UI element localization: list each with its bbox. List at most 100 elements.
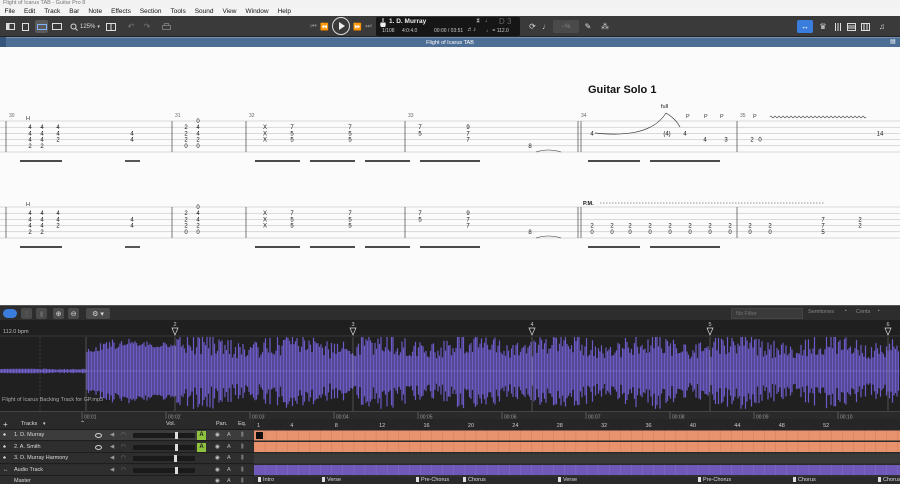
pan-knob[interactable]: ◉ bbox=[215, 453, 220, 464]
pan-knob[interactable]: ◉ bbox=[215, 476, 220, 484]
volume-slider[interactable] bbox=[133, 456, 195, 461]
mute-icon[interactable]: ◀ bbox=[110, 430, 114, 441]
zoom-in-button[interactable]: ⊕ bbox=[53, 308, 64, 319]
track-row[interactable]: ♠ 1. D. Murray ◀ ◠ A ◉ A ⫼ bbox=[0, 430, 254, 441]
equalizer-icon[interactable]: ⫼ bbox=[241, 476, 244, 484]
section-marker[interactable]: Pre-Chorus bbox=[416, 477, 449, 484]
volume-slider-knob[interactable] bbox=[174, 455, 177, 462]
sidebar-toggle-button[interactable]: ↔ bbox=[797, 20, 813, 33]
metronome-button[interactable]: ♩ bbox=[541, 20, 551, 33]
menu-sound[interactable]: Sound bbox=[190, 7, 218, 16]
automation-badge[interactable]: A bbox=[197, 431, 206, 440]
section-marker[interactable]: Verse bbox=[558, 477, 577, 484]
equalizer-icon[interactable]: ⫼ bbox=[241, 453, 244, 464]
menu-bar-menu[interactable]: Bar bbox=[65, 7, 84, 16]
cents-knob[interactable]: ◔ bbox=[876, 308, 880, 315]
track-bar-ruler[interactable]: 1 4 8 12 16 20 24 28 32 36 40 44 48 52 bbox=[254, 419, 900, 430]
toggle-panel-button[interactable] bbox=[4, 20, 16, 33]
filter-input[interactable] bbox=[731, 308, 803, 319]
automation-icon[interactable]: A bbox=[227, 476, 231, 484]
headphones-icon[interactable]: ◠ bbox=[121, 430, 126, 441]
menu-note[interactable]: Note bbox=[84, 7, 107, 16]
time-ruler[interactable]: 00:01 00:02 00:03 00:04 00:05 00:06 00:07 00:08… bbox=[0, 411, 900, 419]
audio-file-button[interactable]: ▯ bbox=[21, 308, 32, 319]
keyboard-button[interactable] bbox=[860, 20, 871, 33]
headphones-icon[interactable]: ◠ bbox=[121, 442, 126, 453]
track-row[interactable]: ♠ 2. A. Smith ◀ ◠ A ◉ A ⫼ bbox=[0, 442, 254, 453]
visibility-eye-icon[interactable] bbox=[95, 433, 102, 438]
score-view[interactable]: 30 31 32 33 34 35 Guitar Solo 1 H H P.M. full P P P P 4… bbox=[0, 47, 900, 305]
equalizer-icon[interactable]: ⫼ bbox=[241, 465, 244, 476]
volume-slider[interactable] bbox=[133, 468, 195, 473]
pencil-button[interactable]: ✎ bbox=[582, 20, 594, 33]
menu-window[interactable]: Window bbox=[241, 7, 273, 16]
sync-markers[interactable]: 2 3 4 5 6 bbox=[0, 320, 900, 337]
volume-slider[interactable] bbox=[133, 445, 195, 450]
menu-effects[interactable]: Effects bbox=[107, 7, 136, 16]
metronome-icon[interactable]: ⧗ bbox=[476, 18, 480, 25]
section-marker[interactable]: Verse bbox=[322, 477, 341, 484]
equalizer-icon[interactable]: ⫼ bbox=[241, 430, 244, 441]
next-bar-button[interactable]: ⏩ bbox=[353, 20, 362, 33]
track-row[interactable]: Master ◉ A ⫼ bbox=[0, 476, 254, 484]
track-row[interactable]: ♠ 3. D. Murray Harmony ◀ ◠ ◉ A ⫼ bbox=[0, 453, 254, 464]
section-marker[interactable]: Chorus bbox=[793, 477, 816, 484]
triplet-feel-icon[interactable]: ♬♪ bbox=[467, 27, 476, 33]
collapse-icon[interactable]: ⌃ bbox=[80, 419, 85, 430]
redo-button[interactable]: ↷ bbox=[141, 20, 153, 33]
automation-icon[interactable]: A bbox=[227, 442, 231, 453]
document-menu-icon[interactable]: ▤ bbox=[890, 38, 898, 46]
track-row[interactable]: ↔ Audio Track ◀ ◠ ◉ A ⫼ bbox=[0, 465, 254, 476]
document-tab-title[interactable]: Flight of Icarus TAB bbox=[0, 37, 900, 47]
equalizer-icon[interactable]: ⫼ bbox=[241, 442, 244, 453]
screen-view-button[interactable] bbox=[51, 20, 63, 33]
waveform-canvas[interactable] bbox=[0, 337, 900, 411]
page-view-button[interactable] bbox=[19, 20, 31, 33]
mute-icon[interactable]: ◀ bbox=[110, 465, 114, 476]
undo-button[interactable]: ↶ bbox=[125, 20, 137, 33]
menu-view[interactable]: View bbox=[218, 7, 241, 16]
tuner-button[interactable]: ⁂ bbox=[598, 20, 612, 33]
fretboard-button[interactable] bbox=[846, 20, 857, 33]
track-bar-grid-canvas[interactable] bbox=[254, 430, 900, 484]
play-button[interactable] bbox=[332, 17, 350, 35]
mute-icon[interactable]: ◀ bbox=[110, 442, 114, 453]
instrument-view-button[interactable]: ♛ bbox=[817, 20, 829, 33]
audio-waveform[interactable] bbox=[0, 337, 900, 411]
previous-bar-button[interactable]: ⏪ bbox=[320, 20, 329, 33]
headphones-icon[interactable]: ◠ bbox=[121, 465, 126, 476]
mixer-button[interactable] bbox=[832, 20, 843, 33]
first-bar-button[interactable]: ⏮ bbox=[309, 20, 318, 33]
automation-badge[interactable]: A bbox=[197, 443, 206, 452]
section-marker[interactable]: Chorus bbox=[878, 477, 900, 484]
last-bar-button[interactable]: ⏭ bbox=[364, 20, 373, 33]
pan-knob[interactable]: ◉ bbox=[215, 442, 220, 453]
countdown-icon[interactable]: ♩ bbox=[485, 18, 491, 24]
pan-knob[interactable]: ◉ bbox=[215, 465, 220, 476]
menu-tools[interactable]: Tools bbox=[166, 7, 190, 16]
automation-icon[interactable]: A bbox=[227, 430, 231, 441]
mute-icon[interactable]: ◀ bbox=[110, 453, 114, 464]
menu-track[interactable]: Track bbox=[40, 7, 65, 16]
multitrack-button[interactable] bbox=[104, 20, 118, 33]
pan-knob[interactable]: ◉ bbox=[215, 430, 220, 441]
lcd-track-name[interactable]: 1. D. Murray bbox=[389, 18, 426, 25]
semitones-knob[interactable]: ◔ bbox=[843, 308, 847, 315]
section-marker[interactable]: Intro bbox=[258, 477, 274, 484]
zoom-select[interactable]: 125% ▾ bbox=[68, 20, 102, 33]
loop-button[interactable]: ⟳ bbox=[526, 20, 539, 33]
section-marker[interactable]: Pre-Chorus bbox=[698, 477, 731, 484]
section-marker[interactable]: Chorus bbox=[463, 477, 486, 484]
track-bar-grid[interactable]: Intro Verse Pre-Chorus Chorus Verse Pre-Choru… bbox=[254, 430, 900, 484]
headphones-icon[interactable]: ◠ bbox=[121, 453, 126, 464]
volume-slider-knob[interactable] bbox=[175, 432, 178, 439]
playback-speed-field[interactable]: −% bbox=[553, 20, 579, 33]
volume-slider-knob[interactable] bbox=[175, 444, 178, 451]
print-button[interactable] bbox=[160, 20, 172, 33]
menu-help[interactable]: Help bbox=[273, 7, 295, 16]
horizontal-view-button[interactable] bbox=[35, 20, 48, 33]
automation-icon[interactable]: A bbox=[227, 465, 231, 476]
menu-edit[interactable]: Edit bbox=[19, 7, 39, 16]
volume-slider-knob[interactable] bbox=[175, 467, 178, 474]
chevron-down-icon[interactable]: ▾ bbox=[43, 419, 46, 430]
